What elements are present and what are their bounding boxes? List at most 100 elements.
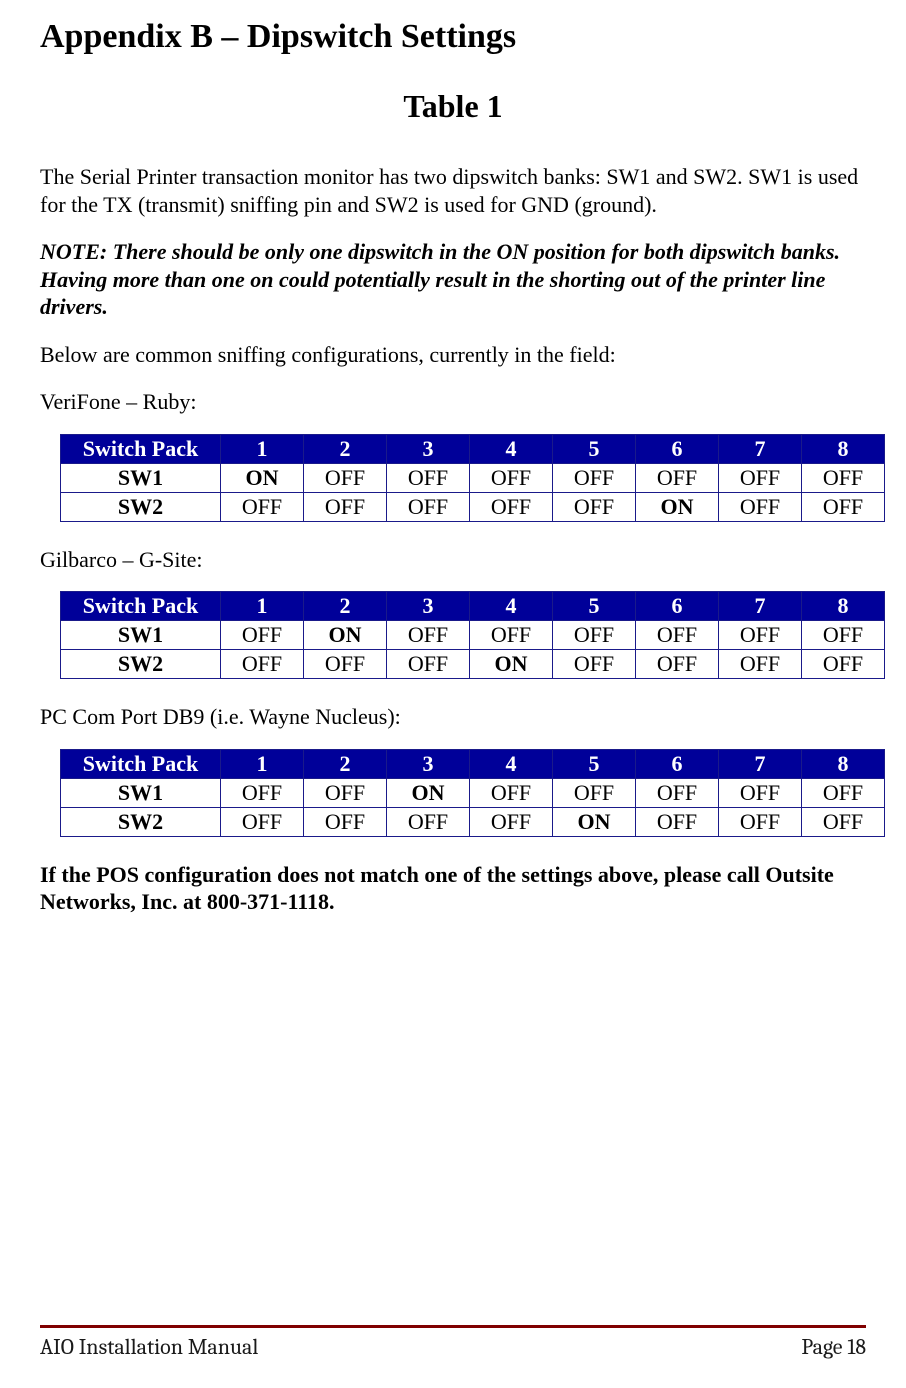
- switch-cell: OFF: [636, 650, 719, 679]
- switch-cell: OFF: [802, 807, 885, 836]
- header-col: 1: [221, 434, 304, 463]
- header-col: 7: [719, 434, 802, 463]
- switch-cell: OFF: [470, 807, 553, 836]
- footer-divider: [40, 1325, 866, 1328]
- note-paragraph: NOTE: There should be only one dipswitch…: [40, 238, 866, 321]
- switch-cell: OFF: [719, 807, 802, 836]
- switch-cell: OFF: [470, 621, 553, 650]
- table-header-row: Switch Pack12345678: [61, 434, 885, 463]
- header-col: 6: [636, 592, 719, 621]
- switch-cell: OFF: [802, 650, 885, 679]
- dipswitch-table: Switch Pack12345678SW1ONOFFOFFOFFOFFOFFO…: [60, 434, 885, 522]
- header-col: 6: [636, 749, 719, 778]
- row-label: SW2: [61, 492, 221, 521]
- header-col: 8: [802, 749, 885, 778]
- switch-cell: OFF: [636, 807, 719, 836]
- switch-cell: OFF: [553, 621, 636, 650]
- switch-cell: OFF: [304, 463, 387, 492]
- header-col: 7: [719, 592, 802, 621]
- switch-cell: OFF: [802, 621, 885, 650]
- switch-cell: OFF: [470, 492, 553, 521]
- header-col: 5: [553, 592, 636, 621]
- header-switch-pack: Switch Pack: [61, 592, 221, 621]
- header-col: 2: [304, 592, 387, 621]
- header-col: 4: [470, 749, 553, 778]
- footer-manual-title: AIO Installation Manual: [40, 1334, 258, 1360]
- switch-cell: OFF: [553, 778, 636, 807]
- table-row: SW1ONOFFOFFOFFOFFOFFOFFOFF: [61, 463, 885, 492]
- header-col: 3: [387, 434, 470, 463]
- header-col: 8: [802, 434, 885, 463]
- switch-cell: OFF: [221, 807, 304, 836]
- config-label: VeriFone – Ruby:: [40, 388, 866, 416]
- switch-cell: ON: [304, 621, 387, 650]
- table-row: SW1OFFOFFONOFFOFFOFFOFFOFF: [61, 778, 885, 807]
- switch-cell: OFF: [636, 778, 719, 807]
- table-row: SW2OFFOFFOFFONOFFOFFOFFOFF: [61, 650, 885, 679]
- header-switch-pack: Switch Pack: [61, 749, 221, 778]
- dipswitch-table: Switch Pack12345678SW1OFFONOFFOFFOFFOFFO…: [60, 591, 885, 679]
- row-label: SW1: [61, 778, 221, 807]
- switch-cell: OFF: [719, 650, 802, 679]
- switch-cell: ON: [553, 807, 636, 836]
- switch-cell: OFF: [802, 778, 885, 807]
- table-row: SW1OFFONOFFOFFOFFOFFOFFOFF: [61, 621, 885, 650]
- switch-cell: OFF: [470, 463, 553, 492]
- switch-cell: OFF: [387, 650, 470, 679]
- header-col: 1: [221, 749, 304, 778]
- table-header-row: Switch Pack12345678: [61, 749, 885, 778]
- header-col: 2: [304, 434, 387, 463]
- page-footer: AIO Installation Manual Page 18: [40, 1325, 866, 1360]
- config-label: PC Com Port DB9 (i.e. Wayne Nucleus):: [40, 703, 866, 731]
- switch-cell: OFF: [387, 807, 470, 836]
- switch-cell: OFF: [387, 463, 470, 492]
- header-col: 1: [221, 592, 304, 621]
- table-header-row: Switch Pack12345678: [61, 592, 885, 621]
- footer-page-number: Page 18: [801, 1334, 866, 1360]
- switch-cell: OFF: [221, 778, 304, 807]
- switch-cell: OFF: [304, 492, 387, 521]
- switch-cell: OFF: [553, 463, 636, 492]
- switch-cell: ON: [470, 650, 553, 679]
- table-title: Table 1: [40, 88, 866, 125]
- row-label: SW1: [61, 621, 221, 650]
- appendix-heading: Appendix B – Dipswitch Settings: [40, 18, 866, 56]
- header-col: 3: [387, 592, 470, 621]
- header-col: 4: [470, 434, 553, 463]
- switch-cell: OFF: [636, 463, 719, 492]
- header-col: 5: [553, 434, 636, 463]
- switch-cell: OFF: [304, 778, 387, 807]
- switch-cell: OFF: [802, 463, 885, 492]
- header-col: 2: [304, 749, 387, 778]
- switch-cell: OFF: [304, 807, 387, 836]
- header-col: 4: [470, 592, 553, 621]
- header-col: 5: [553, 749, 636, 778]
- header-col: 3: [387, 749, 470, 778]
- switch-cell: OFF: [470, 778, 553, 807]
- dipswitch-table: Switch Pack12345678SW1OFFOFFONOFFOFFOFFO…: [60, 749, 885, 837]
- intro-paragraph: The Serial Printer transaction monitor h…: [40, 163, 866, 218]
- switch-cell: OFF: [387, 492, 470, 521]
- switch-cell: ON: [221, 463, 304, 492]
- switch-cell: ON: [636, 492, 719, 521]
- config-label: Gilbarco – G-Site:: [40, 546, 866, 574]
- switch-cell: OFF: [221, 621, 304, 650]
- switch-cell: OFF: [221, 492, 304, 521]
- configs-intro: Below are common sniffing configurations…: [40, 341, 866, 369]
- row-label: SW2: [61, 807, 221, 836]
- switch-cell: OFF: [719, 463, 802, 492]
- switch-cell: ON: [387, 778, 470, 807]
- closing-paragraph: If the POS configuration does not match …: [40, 861, 866, 916]
- header-switch-pack: Switch Pack: [61, 434, 221, 463]
- switch-cell: OFF: [304, 650, 387, 679]
- row-label: SW2: [61, 650, 221, 679]
- switch-cell: OFF: [802, 492, 885, 521]
- header-col: 7: [719, 749, 802, 778]
- switch-cell: OFF: [387, 621, 470, 650]
- header-col: 6: [636, 434, 719, 463]
- switch-cell: OFF: [221, 650, 304, 679]
- table-row: SW2OFFOFFOFFOFFOFFONOFFOFF: [61, 492, 885, 521]
- table-row: SW2OFFOFFOFFOFFONOFFOFFOFF: [61, 807, 885, 836]
- switch-cell: OFF: [636, 621, 719, 650]
- switch-cell: OFF: [719, 621, 802, 650]
